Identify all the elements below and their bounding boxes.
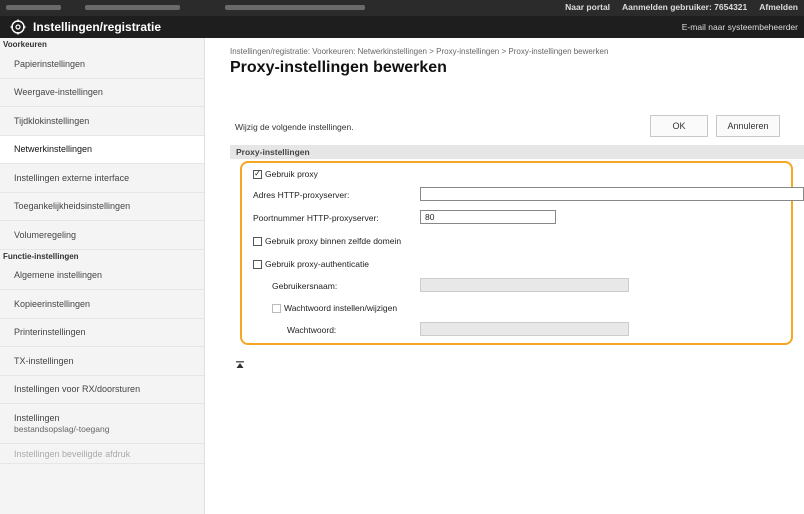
sidebar-section-functions: Functie-instellingen — [3, 251, 79, 261]
portal-link[interactable]: Naar portal — [565, 2, 610, 12]
proxy-auth-checkbox[interactable] — [253, 259, 262, 269]
settings-gear-icon — [10, 19, 26, 35]
sidebar-item-general[interactable]: Algemene instellingen — [0, 262, 204, 290]
blurred-text — [85, 5, 180, 10]
use-proxy-row: ✓ Gebruik proxy — [253, 169, 318, 179]
app-title: Instellingen/registratie — [33, 20, 162, 34]
sidebar-section-preferences: Voorkeuren — [3, 40, 47, 49]
sidebar-item-external-interface[interactable]: Instellingen externe interface — [0, 164, 204, 193]
sidebar-item-line2: bestandsopslag/-toegang — [14, 423, 110, 434]
http-port-label: Poortnummer HTTP-proxyserver: — [253, 213, 379, 223]
same-domain-checkbox[interactable] — [253, 236, 262, 246]
proxy-auth-label: Gebruik proxy-authenticatie — [265, 259, 369, 269]
username-row: Gebruikersnaam: — [272, 281, 337, 291]
http-address-input[interactable] — [420, 187, 804, 201]
sidebar-item-file-storage[interactable]: Instellingen bestandsopslag/-toegang — [0, 404, 204, 444]
sidebar: Voorkeuren Papierinstellingen Weergave-i… — [0, 38, 205, 514]
http-address-row: Adres HTTP-proxyserver: — [253, 190, 349, 200]
use-proxy-checkbox[interactable]: ✓ — [253, 169, 262, 179]
instruction-text: Wijzig de volgende instellingen. — [235, 122, 354, 132]
proxy-auth-row: Gebruik proxy-authenticatie — [253, 259, 369, 269]
title-bar: Instellingen/registratie E-mail naar sys… — [0, 16, 804, 38]
http-address-label: Adres HTTP-proxyserver: — [253, 190, 350, 200]
page-title: Proxy-instellingen bewerken — [230, 59, 447, 76]
http-port-input[interactable] — [420, 210, 556, 224]
sidebar-item-display[interactable]: Weergave-instellingen — [0, 79, 204, 107]
password-label: Wachtwoord: — [287, 325, 337, 335]
use-proxy-label: Gebruik proxy — [265, 169, 318, 179]
password-input[interactable] — [420, 322, 629, 336]
user-prefix: Aanmelden gebruiker: — [622, 2, 712, 12]
proxy-settings-header: Proxy-instellingen — [230, 145, 804, 159]
sidebar-item-printer[interactable]: Printerinstellingen — [0, 319, 204, 347]
top-status-bar: Naar portal Aanmelden gebruiker: 7654321… — [0, 0, 804, 16]
sidebar-item-paper[interactable]: Papierinstellingen — [0, 50, 204, 79]
sidebar-item-secure-print[interactable]: Instellingen beveiligde afdruk — [0, 444, 204, 464]
back-to-top-icon[interactable] — [236, 361, 244, 369]
username-input[interactable] — [420, 278, 629, 292]
username-label: Gebruikersnaam: — [272, 281, 338, 291]
sidebar-item-network[interactable]: Netwerkinstellingen — [0, 135, 204, 164]
logout-link[interactable]: Afmelden — [759, 2, 798, 12]
set-password-label: Wachtwoord instellen/wijzigen — [284, 303, 398, 313]
breadcrumb: Instellingen/registratie: Voorkeuren: Ne… — [230, 47, 609, 56]
logged-in-user: Aanmelden gebruiker: 7654321 — [622, 2, 747, 12]
sidebar-item-line1: Instellingen — [14, 412, 60, 423]
password-row: Wachtwoord: — [287, 325, 336, 335]
ok-button[interactable]: OK — [650, 115, 708, 137]
set-password-checkbox[interactable] — [272, 303, 281, 313]
blurred-text — [6, 5, 61, 10]
same-domain-row: Gebruik proxy binnen zelfde domein — [253, 236, 401, 246]
cancel-button[interactable]: Annuleren — [716, 115, 780, 137]
set-password-row: Wachtwoord instellen/wijzigen — [272, 303, 397, 313]
http-port-row: Poortnummer HTTP-proxyserver: — [253, 213, 379, 223]
sidebar-item-timer[interactable]: Tijdklokinstellingen — [0, 107, 204, 136]
sidebar-item-accessibility[interactable]: Toegankelijkheidsinstellingen — [0, 193, 204, 221]
sidebar-item-tx[interactable]: TX-instellingen — [0, 347, 204, 376]
blurred-text — [225, 5, 365, 10]
same-domain-label: Gebruik proxy binnen zelfde domein — [265, 236, 402, 246]
mail-admin-link[interactable]: E-mail naar systeembeheerder — [682, 22, 798, 32]
sidebar-item-copy[interactable]: Kopieerinstellingen — [0, 290, 204, 319]
user-id: 7654321 — [714, 2, 748, 12]
sidebar-item-volume[interactable]: Volumeregeling — [0, 221, 204, 250]
sidebar-item-rx-forward[interactable]: Instellingen voor RX/doorsturen — [0, 376, 204, 404]
